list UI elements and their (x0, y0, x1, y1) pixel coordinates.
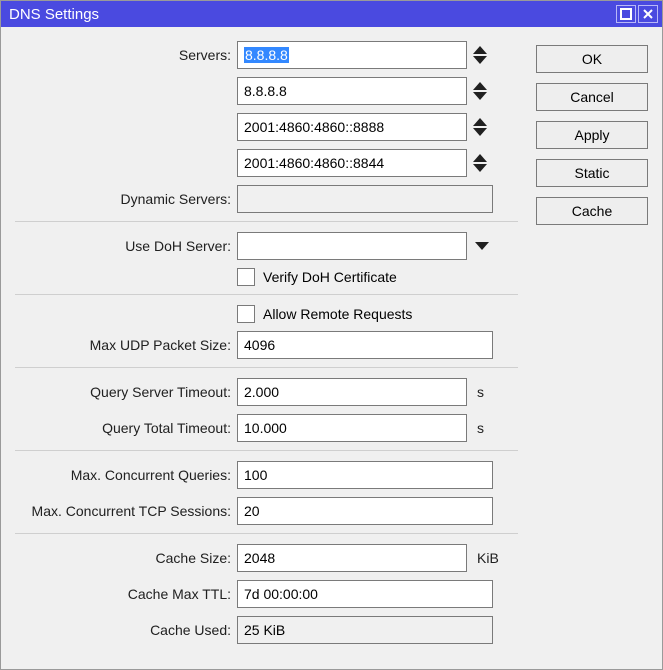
cache-size-unit: KiB (477, 550, 499, 566)
cancel-button[interactable]: Cancel (536, 83, 648, 111)
server-input-2[interactable] (237, 113, 467, 141)
server-input-1[interactable] (237, 77, 467, 105)
window-title: DNS Settings (9, 6, 614, 23)
separator (15, 450, 518, 451)
verify-doh-label: Verify DoH Certificate (263, 269, 397, 285)
chevron-down-icon (473, 128, 487, 136)
query-total-timeout-input[interactable] (237, 414, 467, 442)
verify-doh-checkbox[interactable] (237, 268, 255, 286)
static-button[interactable]: Static (536, 159, 648, 187)
servers-label: Servers: (15, 47, 237, 63)
chevron-up-icon (473, 118, 487, 126)
max-conc-tcp-input[interactable] (237, 497, 493, 525)
button-column: OK Cancel Apply Static Cache (536, 41, 648, 655)
dns-settings-window: DNS Settings Servers: 8.8.8.8 (0, 0, 663, 670)
chevron-down-icon (473, 92, 487, 100)
cache-used-label: Cache Used: (15, 622, 237, 638)
doh-server-select[interactable] (237, 232, 467, 260)
chevron-up-icon (473, 46, 487, 54)
server-spinner-3[interactable] (473, 154, 487, 172)
titlebar: DNS Settings (1, 1, 662, 27)
chevron-down-icon (473, 56, 487, 64)
ok-button[interactable]: OK (536, 45, 648, 73)
cache-max-ttl-input[interactable] (237, 580, 493, 608)
chevron-down-icon (473, 164, 487, 172)
use-doh-server-label: Use DoH Server: (15, 238, 237, 254)
cache-max-ttl-label: Cache Max TTL: (15, 586, 237, 602)
max-udp-label: Max UDP Packet Size: (15, 337, 237, 353)
dynamic-servers-label: Dynamic Servers: (15, 191, 237, 207)
max-conc-queries-label: Max. Concurrent Queries: (15, 467, 237, 483)
cache-size-input[interactable] (237, 544, 467, 572)
dynamic-servers-value (237, 185, 493, 213)
chevron-up-icon (473, 82, 487, 90)
close-button[interactable] (638, 5, 658, 23)
server-spinner-2[interactable] (473, 118, 487, 136)
query-total-timeout-unit: s (477, 420, 484, 436)
query-server-timeout-label: Query Server Timeout: (15, 384, 237, 400)
apply-button[interactable]: Apply (536, 121, 648, 149)
chevron-up-icon (473, 154, 487, 162)
max-conc-queries-input[interactable] (237, 461, 493, 489)
server-input-3[interactable] (237, 149, 467, 177)
separator (15, 367, 518, 368)
cache-size-label: Cache Size: (15, 550, 237, 566)
separator (15, 221, 518, 222)
separator (15, 294, 518, 295)
query-server-timeout-input[interactable] (237, 378, 467, 406)
cache-button[interactable]: Cache (536, 197, 648, 225)
query-server-timeout-unit: s (477, 384, 484, 400)
separator (15, 533, 518, 534)
cache-used-value: 25 KiB (237, 616, 493, 644)
server-spinner-0[interactable] (473, 46, 487, 64)
query-total-timeout-label: Query Total Timeout: (15, 420, 237, 436)
server-spinner-1[interactable] (473, 82, 487, 100)
form-area: Servers: 8.8.8.8 (15, 41, 518, 655)
max-udp-input[interactable] (237, 331, 493, 359)
dropdown-arrow-icon[interactable] (475, 242, 489, 250)
minimize-button[interactable] (616, 5, 636, 23)
max-conc-tcp-label: Max. Concurrent TCP Sessions: (15, 503, 237, 519)
allow-remote-checkbox[interactable] (237, 305, 255, 323)
allow-remote-label: Allow Remote Requests (263, 306, 412, 322)
server-input-0[interactable]: 8.8.8.8 (237, 41, 467, 69)
